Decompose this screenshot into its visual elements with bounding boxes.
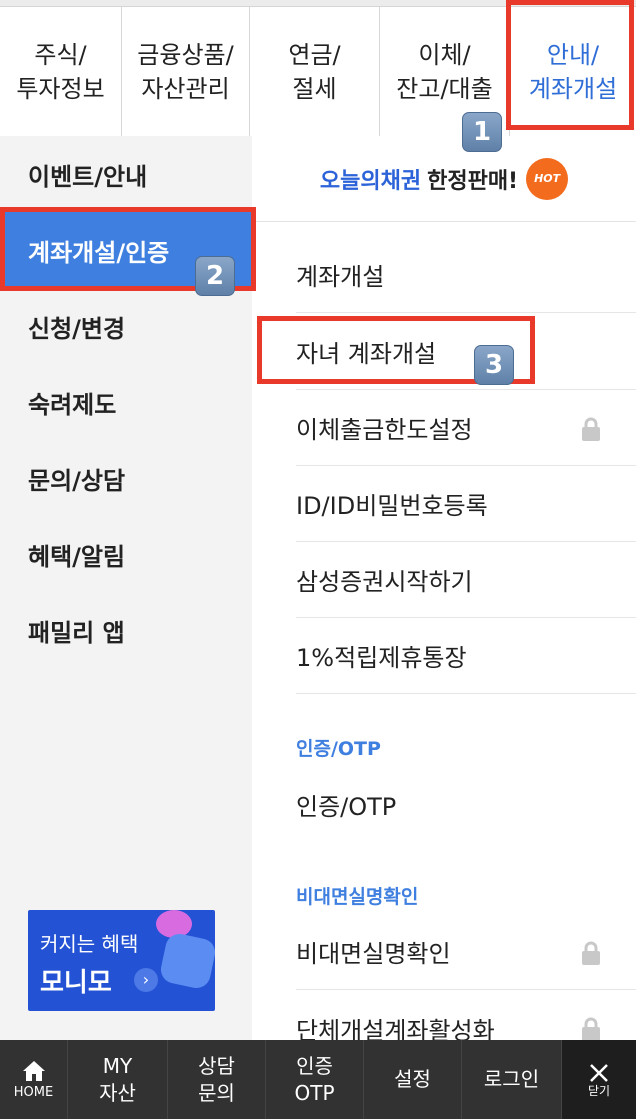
menu-item-savings-account[interactable]: 1%적립제휴통장 — [296, 618, 636, 694]
bond-sale-banner[interactable]: 오늘의채권 한정판매! HOT — [252, 136, 636, 222]
left-item-label: 신청/변경 — [28, 314, 126, 343]
tab-financial-products[interactable]: 금융상품/ 자산관리 — [122, 7, 250, 136]
step-badge-1: 1 — [462, 112, 502, 152]
login-label: 로그인 — [483, 1067, 540, 1091]
tab-label-line1: 주식/ — [34, 40, 87, 69]
menu-item-label: 인증/OTP — [296, 792, 397, 821]
lock-icon — [582, 1017, 600, 1040]
consult-line1: 상담 — [198, 1053, 235, 1078]
cert-otp-line1: 인증 — [296, 1053, 333, 1078]
left-item-inquiry[interactable]: 문의/상담 — [0, 440, 252, 516]
settings-button[interactable]: 설정 — [364, 1040, 462, 1119]
tab-stocks[interactable]: 주식/ 투자정보 — [0, 7, 122, 136]
step-badge-2: 2 — [195, 256, 235, 296]
tab-label-line1: 연금/ — [288, 40, 341, 69]
left-item-family-app[interactable]: 패밀리 앱 — [0, 592, 252, 668]
lock-icon — [582, 941, 600, 965]
settings-label: 설정 — [394, 1067, 431, 1091]
close-label: 닫기 — [587, 1083, 611, 1098]
left-item-cooling-off[interactable]: 숙려제도 — [0, 364, 252, 440]
tab-label-line2: 잔고/대출 — [396, 74, 493, 103]
highlight-box-1 — [506, 0, 634, 130]
tab-label-line2: 자산관리 — [141, 74, 230, 103]
left-item-benefits[interactable]: 혜택/알림 — [0, 516, 252, 592]
menu-item-group-account[interactable]: 단체개설계좌활성화 — [296, 990, 636, 1040]
menu-item-transfer-limit[interactable]: 이체출금한도설정 — [296, 390, 636, 466]
left-item-label: 문의/상담 — [28, 466, 126, 495]
home-icon — [22, 1060, 45, 1081]
bottom-nav-bar: HOME MY 자산 상담 문의 인증 OTP 설정 로그인 닫기 — [0, 1040, 636, 1119]
menu-item-label: 삼성증권시작하기 — [296, 568, 473, 596]
menu-item-label: 이체출금한도설정 — [296, 416, 473, 444]
close-button[interactable]: 닫기 — [562, 1040, 636, 1119]
my-assets-line1: MY — [102, 1053, 133, 1078]
lock-icon — [582, 417, 600, 441]
tab-pension[interactable]: 연금/ 절세 — [250, 7, 380, 136]
left-item-label: 이벤트/안내 — [28, 162, 148, 191]
consult-button[interactable]: 상담 문의 — [168, 1040, 266, 1119]
menu-item-cert-otp[interactable]: 인증/OTP — [296, 766, 636, 842]
menu-item-label: 비대면실명확인 — [296, 940, 451, 968]
menu-item-identity-verify[interactable]: 비대면실명확인 — [296, 914, 636, 990]
cert-otp-button[interactable]: 인증 OTP — [266, 1040, 364, 1119]
close-icon — [590, 1063, 608, 1082]
left-item-events[interactable]: 이벤트/안내 — [0, 136, 252, 212]
menu-item-id-password[interactable]: ID/ID비밀번호등록 — [296, 466, 636, 542]
step-badge-3: 3 — [474, 345, 514, 385]
left-item-label: 패밀리 앱 — [28, 618, 125, 647]
monimo-promo-banner[interactable]: 커지는 혜택 모니모 › — [28, 910, 215, 1011]
login-button[interactable]: 로그인 — [462, 1040, 562, 1119]
submenu-panel: 오늘의채권 한정판매! HOT 계좌개설 자녀 계좌개설 이체출금한도설정 ID… — [252, 136, 636, 1040]
promo-arrow-icon: › — [134, 968, 158, 992]
left-item-label: 혜택/알림 — [28, 542, 126, 571]
tab-label-line1: 이체/ — [418, 40, 471, 69]
left-item-label: 숙려제도 — [28, 390, 117, 419]
left-item-apply-change[interactable]: 신청/변경 — [0, 288, 252, 364]
hot-badge: HOT — [526, 157, 569, 200]
menu-item-account-opening[interactable]: 계좌개설 — [296, 237, 636, 313]
banner-brand: 오늘의채권 — [319, 168, 422, 194]
section-title-cert: 인증/OTP — [296, 738, 381, 760]
cert-otp-line2: OTP — [294, 1080, 335, 1105]
menu-item-label: ID/ID비밀번호등록 — [296, 492, 488, 520]
tab-label-line2: 절세 — [292, 74, 337, 103]
tab-label-line1: 금융상품/ — [137, 40, 234, 69]
menu-item-getting-started[interactable]: 삼성증권시작하기 — [296, 542, 636, 618]
menu-item-label: 1%적립제휴통장 — [296, 644, 467, 672]
my-assets-button[interactable]: MY 자산 — [68, 1040, 168, 1119]
promo-line2: 모니모 — [40, 968, 112, 998]
menu-item-label: 계좌개설 — [296, 263, 385, 291]
tab-label-line2: 투자정보 — [16, 74, 105, 103]
section-title-verify: 비대면실명확인 — [296, 886, 419, 908]
menu-item-label: 단체개설계좌활성화 — [296, 1016, 495, 1041]
home-button[interactable]: HOME — [0, 1040, 68, 1119]
my-assets-line2: 자산 — [99, 1080, 136, 1105]
monimo-logo-icon — [158, 931, 215, 991]
promo-line1: 커지는 혜택 — [40, 932, 139, 956]
banner-text: 한정판매! — [427, 168, 519, 194]
home-label: HOME — [13, 1084, 54, 1100]
consult-line2: 문의 — [198, 1080, 235, 1105]
